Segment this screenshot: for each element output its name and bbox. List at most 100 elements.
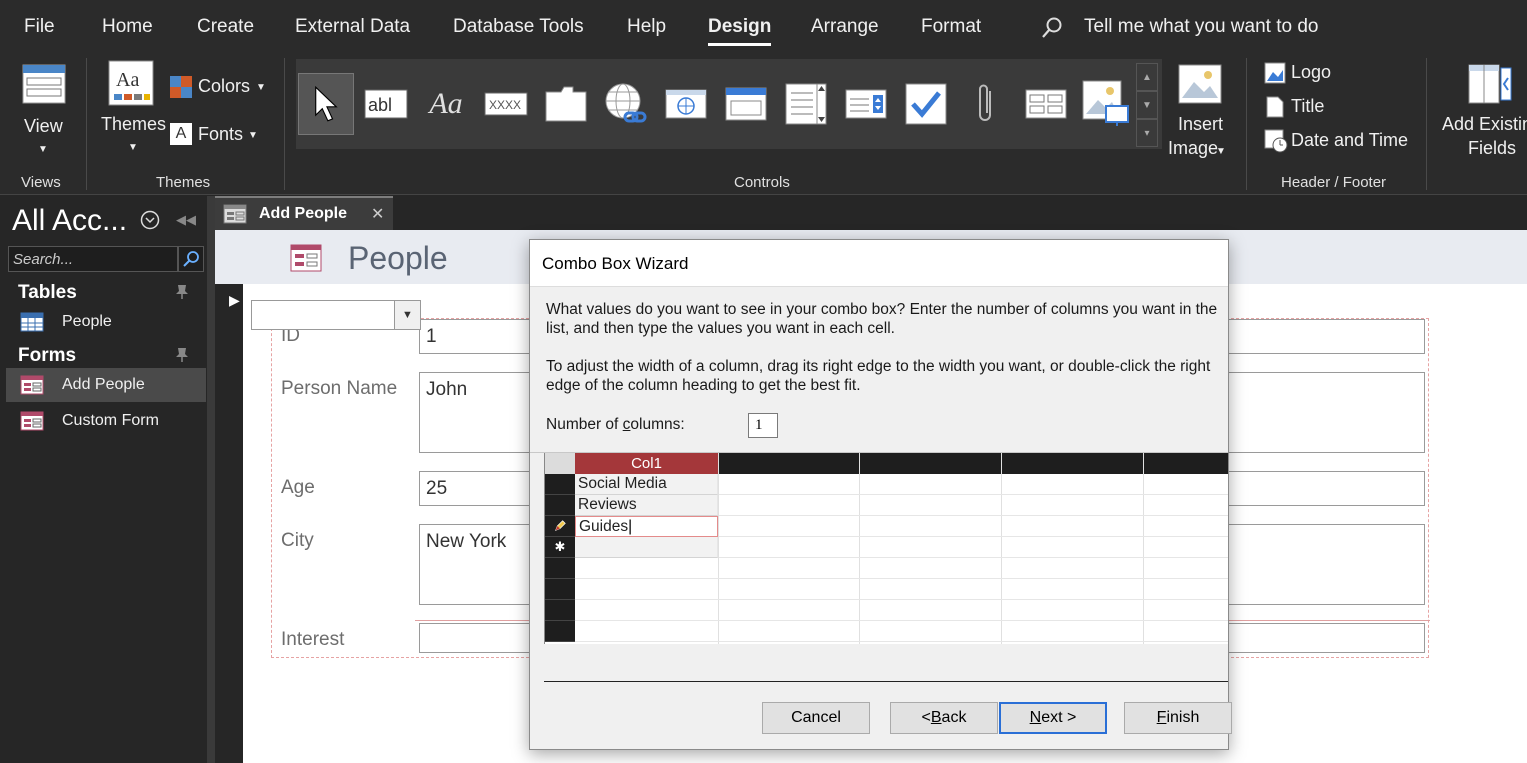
button-icon[interactable]: XXXX	[478, 73, 534, 135]
svg-text:Aa: Aa	[116, 69, 139, 91]
form-icon	[20, 375, 44, 395]
finish-button[interactable]: Finish	[1124, 702, 1232, 734]
insert-image-button[interactable]: Insert Image ▼	[1166, 62, 1236, 162]
grid-empty-row-area	[719, 537, 1228, 558]
field-label-interest[interactable]: Interest	[281, 629, 344, 651]
section-selector-bar[interactable]	[215, 284, 243, 763]
nav-section-forms[interactable]: Forms	[18, 345, 76, 367]
group-label-themes: Themes	[156, 174, 211, 191]
option-group-icon[interactable]	[778, 73, 834, 135]
new-combo-box-control[interactable]: ▼	[251, 300, 421, 330]
dialog-title-bar[interactable]: Combo Box Wizard	[530, 240, 1228, 287]
number-of-columns-input[interactable]	[748, 413, 778, 438]
button-text: ack	[941, 709, 967, 726]
attachment-icon[interactable]	[958, 73, 1014, 135]
values-grid[interactable]: Col1 ✱ Social Media Reviews Guides|	[544, 453, 1228, 644]
gallery-scroll-down-button[interactable]: ▼	[1136, 91, 1158, 119]
label-part: olumns:	[630, 416, 685, 433]
nav-section-tables[interactable]: Tables	[18, 282, 77, 304]
add-existing-fields-label-1: Add Existin	[1442, 114, 1527, 134]
image-control-icon[interactable]	[1078, 73, 1134, 135]
grid-empty-row-area	[575, 600, 1228, 621]
tab-arrange[interactable]: Arrange	[811, 16, 879, 38]
view-button[interactable]: View ▼	[14, 62, 72, 162]
collapse-nav-icon[interactable]: ◀◀	[176, 212, 196, 228]
nav-search-input[interactable]	[8, 246, 178, 272]
document-tab-add-people[interactable]: Add People ✕	[215, 196, 393, 230]
grid-cell-active[interactable]: Guides|	[575, 516, 718, 537]
grid-select-all-corner[interactable]	[545, 453, 575, 474]
list-box-icon[interactable]	[1018, 73, 1074, 135]
grid-cell[interactable]: Social Media	[575, 474, 718, 495]
tab-format[interactable]: Format	[921, 16, 981, 38]
nav-pane-splitter[interactable]	[207, 196, 215, 763]
grid-row-selector[interactable]	[545, 474, 575, 495]
grid-column-header-col1[interactable]: Col1	[575, 453, 718, 474]
colors-button[interactable]: Colors ▼	[170, 74, 270, 102]
form-icon	[20, 411, 44, 431]
tab-design[interactable]: Design	[708, 16, 772, 46]
form-title[interactable]: People	[348, 240, 448, 277]
nav-search-button[interactable]	[178, 246, 204, 272]
insert-image-label-2: Image	[1168, 138, 1219, 158]
pin-icon[interactable]	[174, 284, 190, 300]
tab-file[interactable]: File	[24, 16, 55, 38]
text-box-icon[interactable]: abl	[358, 73, 414, 135]
field-value: New York	[426, 531, 507, 552]
grid-empty-row-area	[575, 558, 1228, 579]
combo-box-icon[interactable]	[838, 73, 894, 135]
grid-row-selector	[545, 579, 575, 600]
insert-image-label-1: Insert	[1178, 114, 1224, 134]
label-icon[interactable]: Aa	[418, 73, 474, 135]
gallery-more-button[interactable]: ▾	[1136, 119, 1158, 147]
tab-home[interactable]: Home	[102, 16, 153, 38]
field-label-person-name[interactable]: Person Name	[281, 378, 397, 400]
tab-external-data[interactable]: External Data	[295, 16, 410, 38]
date-time-button[interactable]: Date and Time	[1262, 128, 1422, 156]
close-icon[interactable]: ✕	[371, 204, 384, 224]
tab-control-icon[interactable]	[538, 73, 594, 135]
back-button[interactable]: < Back	[890, 702, 998, 734]
fonts-button[interactable]: A Fonts ▼	[170, 122, 270, 150]
nav-item-people-table[interactable]: People	[6, 305, 206, 339]
colors-icon	[170, 76, 192, 98]
select-pointer-icon[interactable]	[298, 73, 354, 135]
combo-box-wizard-dialog: Combo Box Wizard What values do you want…	[529, 239, 1232, 750]
web-browser-icon[interactable]	[658, 73, 714, 135]
nav-item-add-people-form[interactable]: Add People	[6, 368, 206, 402]
nav-menu-dropdown-icon[interactable]	[140, 210, 160, 230]
cancel-button[interactable]: Cancel	[762, 702, 870, 734]
title-button[interactable]: Title	[1262, 94, 1382, 122]
grid-empty-row-area	[719, 474, 1228, 495]
navigation-control-icon[interactable]	[718, 73, 774, 135]
next-button[interactable]: Next >	[999, 702, 1107, 734]
field-label-city[interactable]: City	[281, 530, 314, 552]
nav-pane-title[interactable]: All Acc...	[12, 204, 127, 238]
pin-icon[interactable]	[174, 347, 190, 363]
chevron-down-icon: ▼	[1216, 146, 1226, 157]
check-box-icon[interactable]	[898, 73, 954, 135]
tab-help[interactable]: Help	[627, 16, 666, 38]
svg-text:XXXX: XXXX	[489, 98, 521, 112]
tell-me-box[interactable]: Tell me what you want to do	[1084, 16, 1318, 38]
grid-row-selector[interactable]	[545, 495, 575, 516]
grid-row-selector	[545, 558, 575, 579]
logo-button[interactable]: Logo	[1262, 60, 1382, 88]
grid-row-selector[interactable]	[545, 516, 575, 537]
themes-button[interactable]: Aa Themes ▼	[98, 60, 166, 160]
field-label-age[interactable]: Age	[281, 477, 315, 499]
grid-empty-row-area	[719, 495, 1228, 516]
pencil-edit-icon	[554, 520, 566, 532]
grid-cell[interactable]: Reviews	[575, 495, 718, 516]
tab-database-tools[interactable]: Database Tools	[453, 16, 584, 38]
gallery-scroll-up-button[interactable]: ▲	[1136, 63, 1158, 91]
chevron-down-icon: ▼	[128, 142, 138, 153]
chevron-down-icon[interactable]: ▼	[394, 301, 420, 329]
tab-create[interactable]: Create	[197, 16, 254, 38]
new-record-icon[interactable]: ✱	[545, 537, 575, 558]
grid-cell-new-row[interactable]	[575, 537, 718, 558]
hyperlink-icon[interactable]	[598, 73, 654, 135]
nav-item-custom-form[interactable]: Custom Form	[6, 404, 206, 438]
button-text: ext >	[1041, 709, 1077, 726]
add-existing-fields-button[interactable]: Add Existin Fields	[1436, 62, 1527, 162]
